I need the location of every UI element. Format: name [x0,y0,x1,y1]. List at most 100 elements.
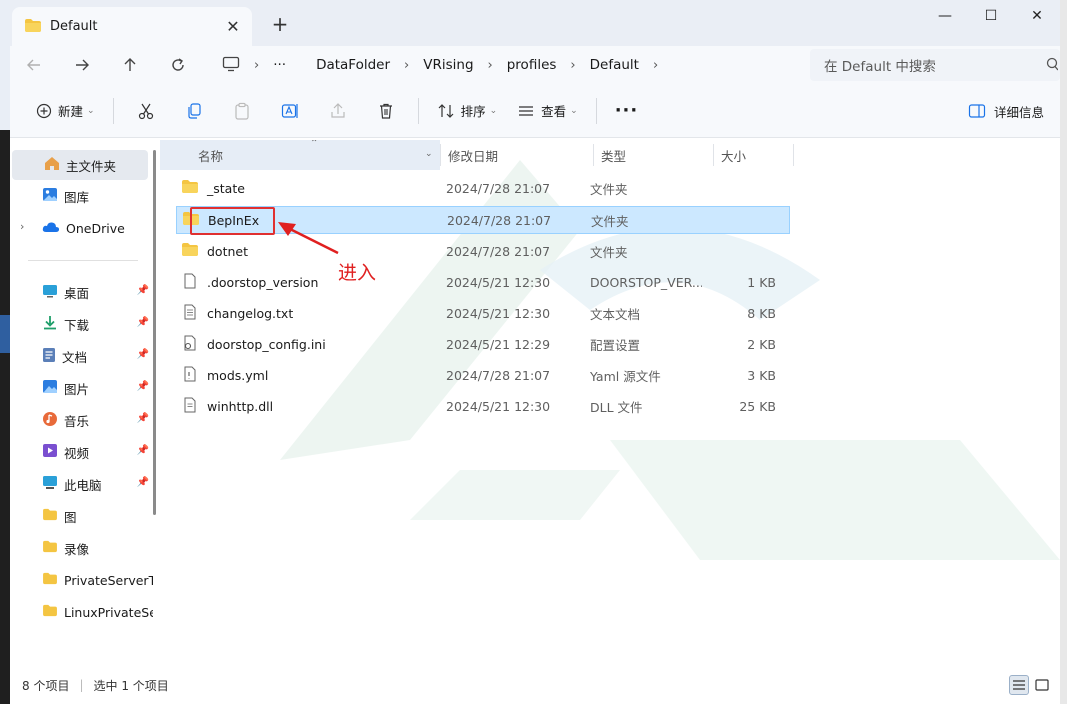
pin-icon[interactable]: 📌 [137,317,149,328]
search-placeholder: 在 Default 中搜索 [824,59,936,75]
view-list-icon [519,105,534,116]
breadcrumb-default[interactable]: Default [590,57,639,73]
sidebar-item-gallery[interactable]: 图库 [10,181,153,211]
arrow-up-icon [124,58,136,71]
share-button[interactable] [314,94,362,128]
config-file-icon [181,335,199,354]
file-size: 3 KB [747,367,776,383]
refresh-icon [172,58,184,71]
sidebar-item-label: 桌面 [64,285,90,301]
details-pane-button[interactable]: 详细信息 [968,94,1044,128]
sidebar-item-onedrive[interactable]: › OneDrive [10,213,153,243]
gallery-icon [42,187,58,205]
file-row[interactable]: dotnet 2024/7/28 21:07 文件夹 [176,237,780,265]
folder-icon [42,572,58,588]
sidebar-item-desktop[interactable]: 桌面 📌 [10,277,153,307]
paste-button[interactable] [218,94,266,128]
refresh-button[interactable] [154,46,202,84]
column-date-modified[interactable]: 修改日期 [440,140,585,170]
tab-default[interactable]: Default ✕ [12,7,252,46]
back-button[interactable] [10,46,58,84]
pin-icon[interactable]: 📌 [137,413,149,424]
sidebar-item-downloads[interactable]: 下载 📌 [10,309,153,339]
column-type-label: 类型 [601,148,627,164]
sidebar-item-linuxprivateserver[interactable]: LinuxPrivateSer [10,597,153,627]
sidebar-scrollbar[interactable] [153,150,156,515]
sidebar-item-label: 视频 [64,445,90,461]
chevron-right-icon[interactable]: › [653,58,658,73]
sidebar-item-home[interactable]: 主文件夹 [12,150,148,180]
chevron-right-icon[interactable]: › [488,58,493,73]
chevron-right-icon[interactable]: › [404,58,409,73]
more-options-button[interactable]: ··· [605,94,649,128]
address-bar-row: › ··· DataFolder › VRising › profiles › … [10,46,1060,84]
view-button[interactable]: 查看 ⌄ [507,94,588,128]
tab-close-icon[interactable]: ✕ [222,15,244,37]
file-row[interactable]: _state 2024/7/28 21:07 文件夹 [176,174,780,202]
trash-icon [379,103,392,119]
column-divider[interactable] [793,144,794,166]
cut-button[interactable] [122,94,170,128]
maximize-button[interactable]: ☐ [968,0,1014,32]
chevron-down-icon[interactable]: ⌄ [425,149,433,159]
share-icon [330,102,345,118]
details-view-button[interactable] [1009,675,1029,695]
up-button[interactable] [106,46,154,84]
breadcrumb-more[interactable]: ··· [273,57,286,73]
pin-icon[interactable]: 📌 [137,445,149,456]
file-row[interactable]: winhttp.dll 2024/5/21 12:30 DLL 文件 25 KB [176,392,780,420]
rename-button[interactable] [266,94,314,128]
pin-icon[interactable]: 📌 [137,477,149,488]
sidebar-item-documents[interactable]: 文档 📌 [10,341,153,371]
sidebar-item-pictures[interactable]: 图片 📌 [10,373,153,403]
file-row[interactable]: changelog.txt 2024/5/21 12:30 文本文档 8 KB [176,299,780,327]
download-icon [42,315,58,333]
breadcrumb-datafolder[interactable]: DataFolder [316,57,390,73]
pin-icon[interactable]: 📌 [137,381,149,392]
minimize-button[interactable]: — [922,0,968,32]
new-button[interactable]: 新建 ⌄ [26,94,105,128]
close-button[interactable]: ✕ [1014,0,1060,32]
pin-icon[interactable]: 📌 [137,349,149,360]
sort-button[interactable]: 排序 ⌄ [427,94,508,128]
new-tab-button[interactable]: + [268,12,292,36]
tiles-view-button[interactable] [1032,675,1052,695]
search-icon[interactable] [1046,57,1059,75]
sidebar-item-label: 下载 [64,317,90,333]
sidebar-item-music[interactable]: 音乐 📌 [10,405,153,435]
breadcrumb-vrising[interactable]: VRising [423,57,473,73]
breadcrumb-profiles[interactable]: profiles [507,57,557,73]
chevron-right-icon[interactable]: › [20,220,24,233]
file-name: dotnet [207,243,248,259]
folder-icon [181,242,199,260]
chevron-right-icon[interactable]: › [254,58,259,73]
address-field[interactable]: › ··· DataFolder › VRising › profiles › … [210,49,800,81]
sidebar-item-folder[interactable]: 图 [10,501,153,531]
chevron-right-icon[interactable]: › [570,58,575,73]
column-type[interactable]: 类型 [593,140,708,170]
monitor-icon[interactable] [222,56,240,75]
file-name: doorstop_config.ini [207,336,326,352]
file-row[interactable]: mods.yml 2024/7/28 21:07 Yaml 源文件 3 KB [176,361,780,389]
file-row[interactable]: doorstop_config.ini 2024/5/21 12:29 配置设置… [176,330,780,358]
pin-icon[interactable]: 📌 [137,285,149,296]
code-file-icon [181,366,199,385]
column-date-label: 修改日期 [448,148,499,164]
sidebar-item-privateserver[interactable]: PrivateServerT [10,565,153,595]
file-date: 2024/7/28 21:07 [447,212,552,228]
desktop-background-left [0,0,10,704]
delete-button[interactable] [362,94,410,128]
search-input[interactable]: 在 Default 中搜索 [810,49,1060,81]
sidebar-item-recordings[interactable]: 录像 [10,533,153,563]
file-size: 25 KB [739,398,776,414]
file-date: 2024/5/21 12:29 [446,336,551,352]
sidebar-item-label: 图 [64,509,77,525]
column-name[interactable]: 名称 [160,140,440,170]
file-row[interactable]: .doorstop_version 2024/5/21 12:30 DOORST… [176,268,780,296]
sidebar-item-videos[interactable]: 视频 📌 [10,437,153,467]
column-size[interactable]: 大小 [713,140,793,170]
copy-button[interactable] [170,94,218,128]
forward-button[interactable] [58,46,106,84]
arrow-right-icon [76,59,89,71]
sidebar-item-this-pc[interactable]: 此电脑 📌 [10,469,153,499]
